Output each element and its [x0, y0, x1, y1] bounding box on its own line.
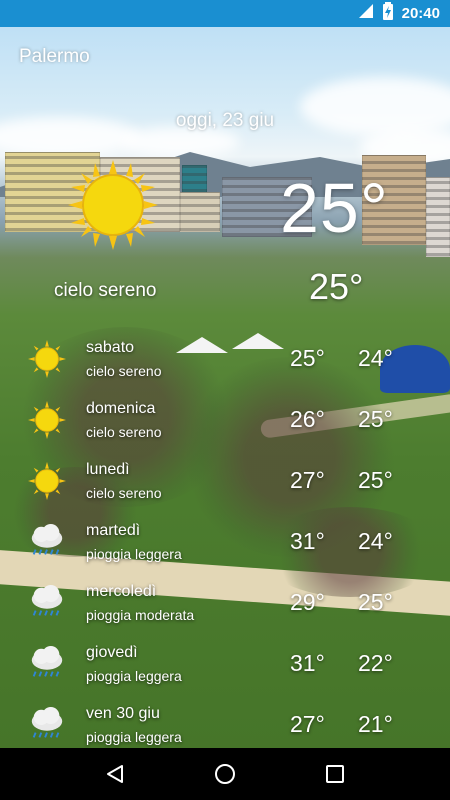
forecast-day[interactable]: sabato cielo sereno 25° 24°	[0, 330, 450, 390]
status-bar: 20:40	[0, 0, 450, 27]
forecast-max-temp: 29°	[290, 589, 325, 615]
signal-icon	[358, 3, 374, 24]
rain-cloud-icon	[31, 706, 63, 738]
current-temp-secondary: 25°	[309, 266, 364, 307]
forecast-day-name: ven 30 giu	[86, 705, 160, 722]
forecast-day[interactable]: lunedì cielo sereno 27° 25°	[0, 452, 450, 512]
sun-icon	[28, 340, 66, 378]
navigation-bar	[0, 748, 450, 800]
sun-icon	[28, 401, 66, 439]
back-icon[interactable]	[95, 754, 135, 794]
battery-charging-icon	[382, 2, 394, 25]
status-time: 20:40	[401, 5, 440, 22]
forecast-condition: pioggia moderata	[86, 607, 195, 623]
sun-icon	[68, 160, 158, 250]
forecast-condition: cielo sereno	[86, 424, 162, 440]
forecast-condition: cielo sereno	[86, 363, 162, 379]
forecast-condition: cielo sereno	[86, 485, 162, 501]
forecast-day-name: domenica	[86, 400, 156, 417]
forecast-max-temp: 27°	[290, 711, 325, 737]
current-condition: cielo sereno	[54, 280, 157, 301]
forecast-day-name: lunedì	[86, 461, 130, 478]
forecast-max-temp: 25°	[290, 345, 325, 371]
rain-cloud-icon	[31, 584, 63, 616]
forecast-condition: pioggia leggera	[86, 546, 182, 562]
forecast-min-temp: 25°	[358, 589, 393, 615]
forecast-day[interactable]: ven 30 giu pioggia leggera 27° 21°	[0, 696, 450, 756]
forecast-min-temp: 24°	[358, 345, 393, 371]
forecast-day[interactable]: domenica cielo sereno 26° 25°	[0, 391, 450, 451]
forecast-max-temp: 27°	[290, 467, 325, 493]
forecast-day-name: mercoledì	[86, 583, 157, 600]
forecast-min-temp: 22°	[358, 650, 393, 676]
city-name[interactable]: Palermo	[19, 46, 90, 68]
forecast-min-temp: 25°	[358, 467, 393, 493]
forecast-day[interactable]: martedì pioggia leggera 31° 24°	[0, 513, 450, 573]
sun-icon	[28, 462, 66, 500]
forecast-day-name: sabato	[86, 339, 135, 356]
forecast-min-temp: 21°	[358, 711, 393, 737]
forecast-min-temp: 25°	[358, 406, 393, 432]
forecast-day[interactable]: giovedì pioggia leggera 31° 22°	[0, 635, 450, 695]
current-temperature: 25°	[280, 169, 389, 247]
forecast-min-temp: 24°	[358, 528, 393, 554]
rain-cloud-icon	[31, 523, 63, 555]
forecast-day[interactable]: mercoledì pioggia moderata 29° 25°	[0, 574, 450, 634]
recents-icon[interactable]	[315, 754, 355, 794]
forecast-max-temp: 31°	[290, 528, 325, 554]
rain-cloud-icon	[31, 645, 63, 677]
current-date: oggi, 23 giu	[175, 110, 275, 131]
home-icon[interactable]	[205, 754, 245, 794]
forecast-day-name: giovedì	[86, 644, 138, 661]
forecast-max-temp: 31°	[290, 650, 325, 676]
forecast-day-name: martedì	[86, 522, 141, 539]
forecast-condition: pioggia leggera	[86, 729, 182, 745]
forecast-max-temp: 26°	[290, 406, 325, 432]
forecast-condition: pioggia leggera	[86, 668, 182, 684]
